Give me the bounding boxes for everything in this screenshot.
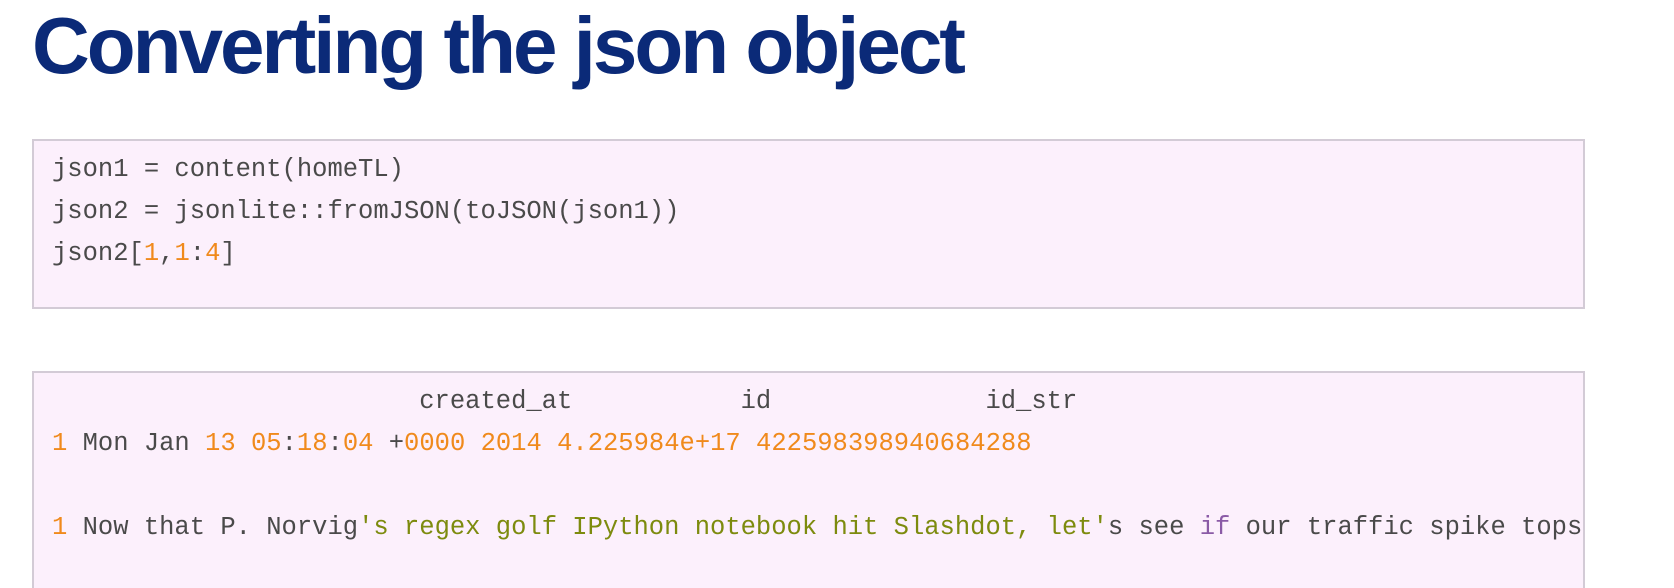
output-text: : — [327, 429, 343, 458]
output-number: 13 — [205, 429, 236, 458]
row-index: 1 — [52, 429, 68, 458]
output-number: 04 — [342, 429, 374, 458]
output-id-str: 422598398940684288 — [756, 429, 1032, 458]
code-text: ] — [220, 239, 236, 268]
code-line-1: json1 = content(homeTL) — [52, 154, 404, 186]
string-literal: 's regex golf IPython notebook hit Slash… — [358, 513, 1108, 542]
code-line-2: json2 = jsonlite::fromJSON(toJSON(json1)… — [52, 196, 679, 228]
output-text: our traffic spike tops th — [1245, 513, 1583, 542]
code-text: : — [189, 239, 206, 268]
code-line-3: json2[1,1:4] — [52, 238, 236, 270]
code-text: , — [159, 239, 175, 268]
code-text: json2[ — [52, 239, 144, 268]
output-row-2: 1 Now that P. Norvig's regex golf IPytho… — [52, 512, 1583, 544]
slide: Converting the json object json1 = conte… — [0, 0, 1674, 588]
output-block: created_at id id_str 1 Mon Jan 13 05:18:… — [32, 371, 1585, 588]
code-text: json2 = jsonlite::fromJSON(toJSON(json1)… — [52, 197, 680, 226]
output-text: Now that P. Norvig — [67, 513, 359, 542]
output-number: 18 — [296, 429, 328, 458]
code-block: json1 = content(homeTL) json2 = jsonlite… — [32, 139, 1585, 309]
output-text: : — [281, 429, 297, 458]
output-id: 4.225984e+17 — [557, 429, 741, 458]
number-literal: 1 — [174, 239, 190, 268]
output-header: created_at id id_str — [52, 387, 1078, 416]
code-text: json1 = content(homeTL) — [52, 155, 404, 184]
number-literal: 1 — [143, 239, 160, 268]
output-row-1: 1 Mon Jan 13 05:18:04 +0000 2014 4.22598… — [52, 428, 1032, 460]
output-number: 05 — [250, 429, 282, 458]
output-text: + — [373, 429, 405, 458]
output-number: 0000 — [404, 429, 466, 458]
row-index: 1 — [52, 513, 68, 542]
keyword: if — [1199, 513, 1231, 542]
output-text: s see — [1107, 513, 1200, 542]
slide-title: Converting the json object — [32, 1, 966, 90]
number-literal: 4 — [205, 239, 221, 268]
output-text: Mon Jan — [67, 429, 206, 458]
output-number: 2014 — [480, 429, 542, 458]
